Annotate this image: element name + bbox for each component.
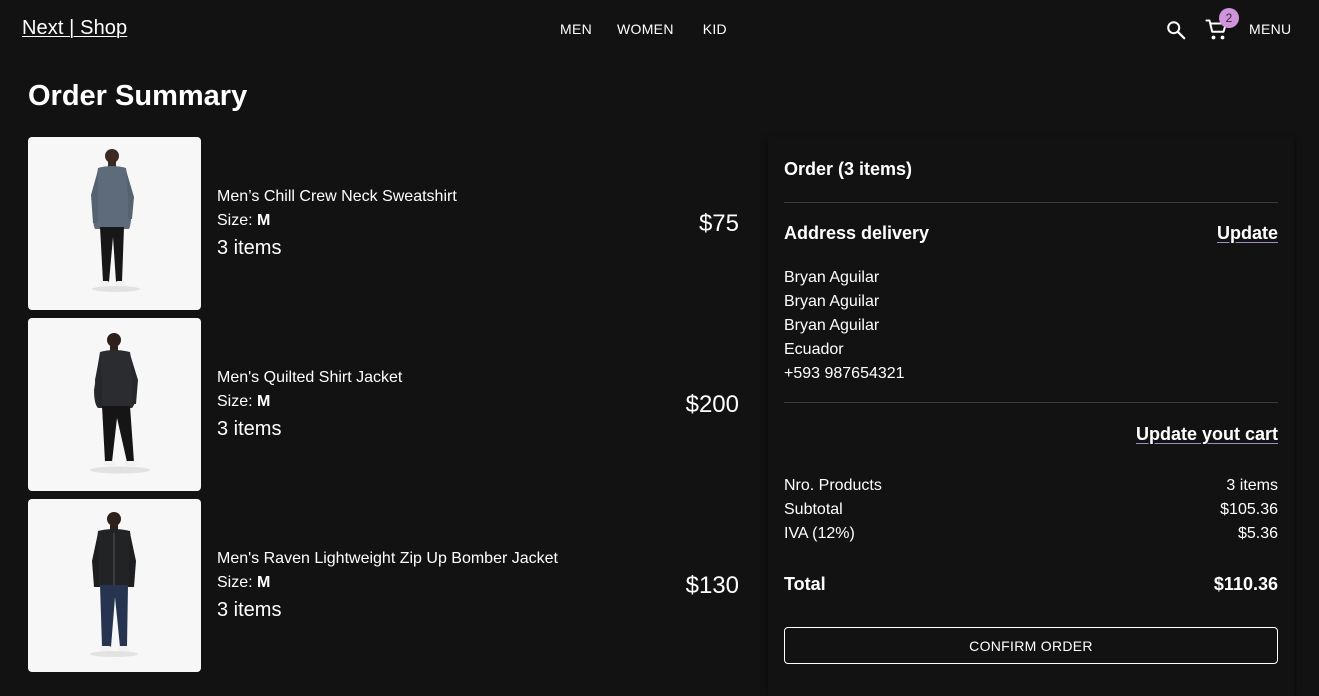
nav-item-men[interactable]: MEN [560,21,592,37]
order-title: Order (3 items) [784,159,913,179]
product-price: $75 [698,209,739,237]
divider [784,402,1278,403]
product-image[interactable] [28,499,201,672]
man-black-quilted-jacket-photo [90,333,150,474]
product-quantity: 3 items [217,598,282,621]
address-delivery-title: Address delivery [784,223,930,243]
brand-logo-link[interactable]: Next | Shop [22,17,127,40]
address-line: Bryan Aguilar [784,317,880,334]
top-app-bar: Next | Shop MEN WOMEN KID 2 MENU [0,0,1319,60]
product-size: Size: M [217,571,558,595]
address-phone: +593 987654321 [784,365,905,382]
summary-label: IVA (12%) [784,525,855,542]
cart-count-badge: 2 [1219,8,1239,28]
summary-row-subtotal: Subtotal $105.36 [784,498,1278,522]
cart-item: Men's Quilted Shirt Jacket Size: M 3 ite… [28,318,748,491]
nav-item-women[interactable]: WOMEN [617,21,674,37]
product-size: Size: M [217,209,457,233]
product-info: Men’s Chill Crew Neck Sweatshirt Size: M… [217,137,457,310]
summary-value: $5.36 [1237,525,1278,542]
summary-row-total: Total $110.36 [784,574,1278,595]
man-black-bomber-jacket-photo [90,512,138,657]
total-value: $110.36 [1213,574,1278,594]
cart-item: Men’s Chill Crew Neck Sweatshirt Size: M… [28,137,748,310]
summary-label: Subtotal [784,501,843,518]
product-info: Men's Raven Lightweight Zip Up Bomber Ja… [217,499,558,672]
cart-item: Men's Raven Lightweight Zip Up Bomber Ja… [28,499,748,672]
page-title: Order Summary [28,80,248,112]
product-price: $130 [685,571,739,599]
address-line: Bryan Aguilar [784,293,880,310]
divider [784,202,1278,203]
summary-value: $105.36 [1220,501,1278,518]
product-quantity: 3 items [217,417,282,440]
size-value: M [257,573,271,591]
summary-value: 3 items [1226,477,1278,494]
size-value: M [257,392,271,410]
product-info: Men's Quilted Shirt Jacket Size: M 3 ite… [217,318,402,491]
confirm-order-button[interactable]: CONFIRM ORDER [784,627,1278,664]
address-country: Ecuador [784,341,844,358]
main-nav: MEN WOMEN KID [560,21,727,37]
search-button[interactable] [1165,19,1187,41]
size-label: Size: [217,573,258,591]
product-image[interactable] [28,137,201,310]
product-name[interactable]: Men's Quilted Shirt Jacket [217,366,402,390]
search-icon [1167,21,1186,40]
size-label: Size: [217,211,258,229]
summary-label: Nro. Products [784,477,882,494]
product-size: Size: M [217,390,402,414]
size-value: M [257,211,271,229]
update-cart-link[interactable]: Update yout cart [1136,424,1278,445]
nav-item-kid[interactable]: KID [703,21,727,37]
address-line: Bryan Aguilar [784,269,880,286]
product-name[interactable]: Men’s Chill Crew Neck Sweatshirt [217,185,457,209]
man-grey-sweatshirt-photo [91,149,140,292]
summary-row-tax: IVA (12%) $5.36 [784,522,1278,546]
product-name[interactable]: Men's Raven Lightweight Zip Up Bomber Ja… [217,547,558,571]
product-price: $200 [685,390,739,418]
total-label: Total [784,574,826,594]
size-label: Size: [217,392,258,410]
product-image[interactable] [28,318,201,491]
product-quantity: 3 items [217,236,282,259]
order-summary-card: Order (3 items) Address delivery Update … [768,137,1294,696]
summary-row-products: Nro. Products 3 items [784,474,1278,498]
delivery-address: Bryan Aguilar Bryan Aguilar Bryan Aguila… [784,266,905,386]
update-address-link[interactable]: Update [1217,223,1278,244]
menu-button[interactable]: MENU [1249,21,1291,37]
